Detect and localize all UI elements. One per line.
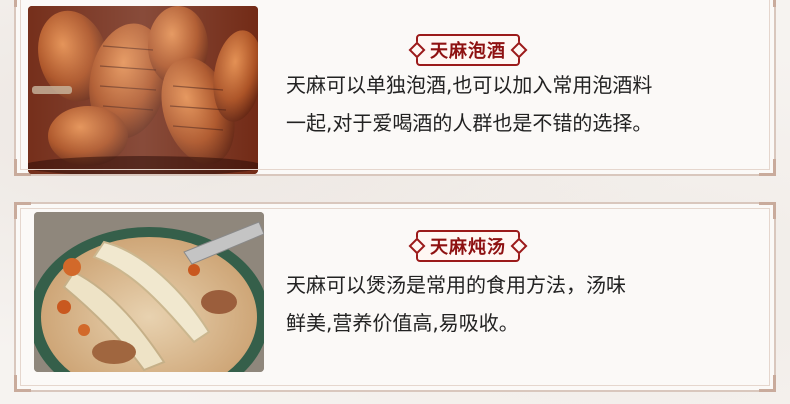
wine-jar-tianma-photo xyxy=(28,6,258,174)
corner-ornament xyxy=(14,202,31,219)
wine-section-card: 天麻泡酒 天麻可以单独泡酒,也可以加入常用泡酒料 一起,对于爱喝酒的人群也是不错… xyxy=(14,0,776,176)
tianma-soup-bowl-photo xyxy=(34,212,264,372)
description-line: 天麻可以单独泡酒,也可以加入常用泡酒料 xyxy=(286,73,653,97)
soup-section-description: 天麻可以煲汤是常用的食用方法，汤味 鲜美,营养价值高,易吸收。 xyxy=(286,266,756,342)
description-line: 鲜美,营养价值高,易吸收。 xyxy=(286,311,519,335)
wine-section-description: 天麻可以单独泡酒,也可以加入常用泡酒料 一起,对于爱喝酒的人群也是不错的选择。 xyxy=(286,66,756,142)
corner-ornament xyxy=(759,375,776,392)
corner-ornament xyxy=(759,0,776,7)
corner-ornament xyxy=(14,375,31,392)
corner-ornament xyxy=(759,159,776,176)
description-line: 天麻可以煲汤是常用的食用方法，汤味 xyxy=(286,273,626,297)
soup-section-card: 天麻炖汤 天麻可以煲汤是常用的食用方法，汤味 鲜美,营养价值高,易吸收。 xyxy=(14,202,776,392)
corner-ornament xyxy=(759,202,776,219)
soup-section-badge: 天麻炖汤 xyxy=(416,230,520,262)
description-line: 一起,对于爱喝酒的人群也是不错的选择。 xyxy=(286,111,653,135)
wine-section-badge: 天麻泡酒 xyxy=(416,34,520,66)
